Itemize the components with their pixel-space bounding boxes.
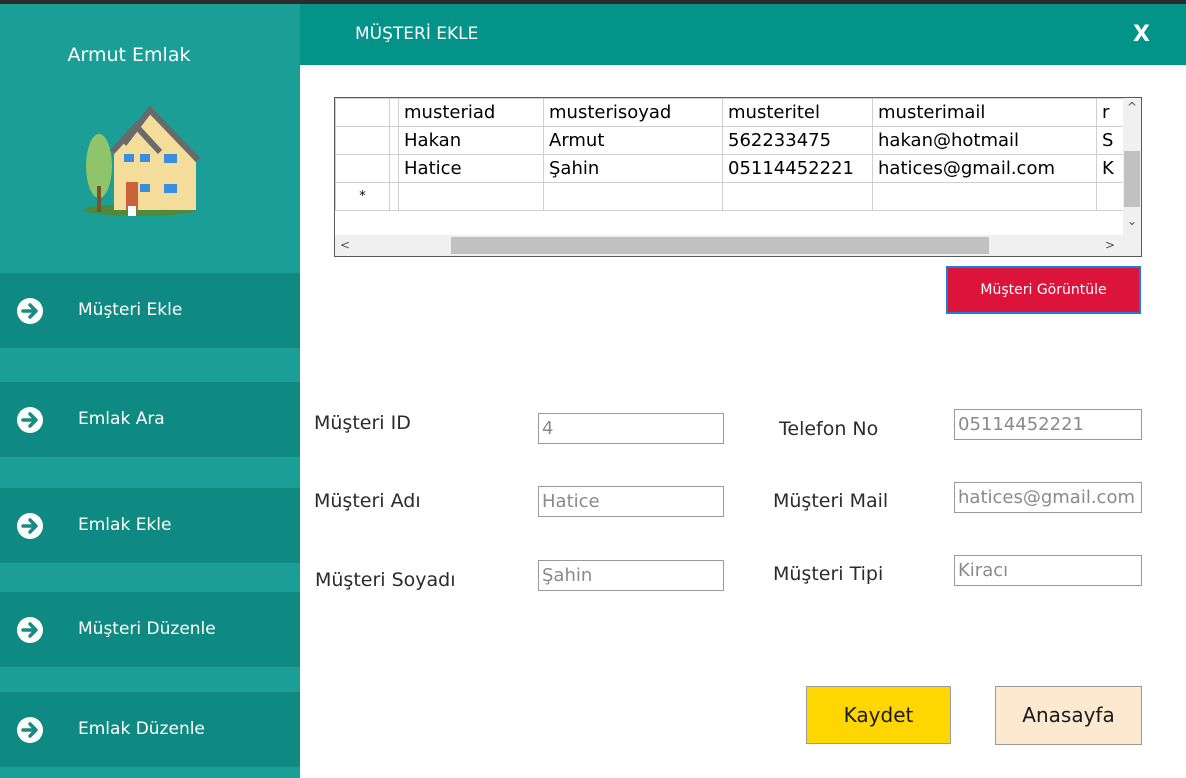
scrollbar-thumb[interactable] [1124,151,1140,207]
new-row-marker: * [335,182,390,211]
sidebar-item-label: Emlak Düzenle [78,719,205,739]
sidebar-item-label: Müşteri Düzenle [78,619,216,639]
table-cell[interactable] [543,182,723,211]
brand-name: Armut Emlak [67,44,191,66]
row-header-cell [335,98,390,127]
sidebar-item-label: Emlak Ekle [78,515,172,535]
column-header[interactable]: musterimail [872,98,1097,127]
email-label: Müşteri Mail [773,490,889,512]
row-header-cell[interactable] [335,126,390,155]
table-cell[interactable]: Armut [543,126,723,155]
page-title: MÜŞTERİ EKLE [355,24,479,44]
table-cell[interactable]: Hakan [398,126,544,155]
scroll-left-icon[interactable]: < [340,238,350,252]
sidebar-item-label: Emlak Ara [78,409,165,429]
row-header-cell [389,182,399,211]
customer-data-grid[interactable]: musteriad musterisoyad musteritel muster… [334,97,1142,257]
row-header-cell [389,154,399,183]
horizontal-scrollbar[interactable]: < > [335,235,1141,256]
scrollbar-thumb[interactable] [451,237,989,254]
row-header-cell[interactable] [335,154,390,183]
customer-id-input[interactable]: 4 [538,413,724,444]
arrow-right-circle-icon [17,513,43,539]
column-header[interactable]: musterisoyad [543,98,723,127]
phone-label: Telefon No [779,418,879,440]
column-header[interactable]: musteritel [722,98,873,127]
table-row[interactable]: Hakan Armut 562233475 hakan@hotmail S [335,126,1138,155]
customer-surname-input[interactable]: Şahin [538,560,724,591]
arrow-right-circle-icon [17,617,43,643]
arrow-right-circle-icon [17,298,43,324]
table-cell[interactable] [398,182,544,211]
arrow-right-circle-icon [17,717,43,743]
home-button[interactable]: Anasayfa [995,686,1142,745]
row-header-cell [389,98,399,127]
scroll-down-icon[interactable]: ⌄ [1127,214,1137,228]
sidebar-item-emlak-ara[interactable]: Emlak Ara [0,382,300,457]
data-table: musteriad musterisoyad musteritel muster… [335,98,1138,211]
view-customers-button[interactable]: Müşteri Görüntüle [946,266,1141,314]
email-value: hatices@gmail.com [958,487,1136,508]
save-button[interactable]: Kaydet [806,686,951,744]
sidebar: Armut Emlak Müşteri Ekle Emlak Ara Emlak… [0,4,300,778]
table-cell[interactable]: hakan@hotmail [872,126,1097,155]
table-row[interactable]: Hatice Şahin 05114452221 hatices@gmail.c… [335,154,1138,183]
table-cell[interactable] [722,182,873,211]
column-header[interactable]: musteriad [398,98,544,127]
vertical-scrollbar[interactable]: ^ ⌄ [1123,98,1141,235]
phone-input[interactable]: 05114452221 [954,409,1142,440]
arrow-right-circle-icon [17,407,43,433]
house-icon [84,106,200,216]
email-input[interactable]: hatices@gmail.com [954,482,1142,513]
customer-type-label: Müşteri Tipi [773,563,884,585]
customer-surname-label: Müşteri Soyadı [315,569,456,591]
scroll-right-icon[interactable]: > [1105,238,1115,252]
sidebar-item-musteri-duzenle[interactable]: Müşteri Düzenle [0,592,300,667]
sidebar-item-emlak-duzenle[interactable]: Emlak Düzenle [0,692,300,767]
table-cell[interactable]: 562233475 [722,126,873,155]
table-cell[interactable]: Hatice [398,154,544,183]
customer-name-label: Müşteri Adı [314,490,421,512]
table-cell[interactable]: Şahin [543,154,723,183]
sidebar-item-musteri-ekle[interactable]: Müşteri Ekle [0,273,300,348]
scroll-up-icon[interactable]: ^ [1127,100,1137,114]
table-cell[interactable]: 05114452221 [722,154,873,183]
row-header-cell [389,126,399,155]
customer-id-label: Müşteri ID [314,412,411,434]
new-row[interactable]: * [335,182,1138,211]
table-cell[interactable] [872,182,1097,211]
header-bar: MÜŞTERİ EKLE X [300,4,1186,65]
customer-name-input[interactable]: Hatice [538,486,724,517]
close-button[interactable]: X [1133,22,1150,47]
table-cell[interactable]: hatices@gmail.com [872,154,1097,183]
sidebar-item-label: Müşteri Ekle [78,300,183,320]
customer-type-input[interactable]: Kiracı [954,555,1142,586]
table-header-row: musteriad musterisoyad musteritel muster… [335,98,1138,127]
sidebar-item-emlak-ekle[interactable]: Emlak Ekle [0,488,300,563]
